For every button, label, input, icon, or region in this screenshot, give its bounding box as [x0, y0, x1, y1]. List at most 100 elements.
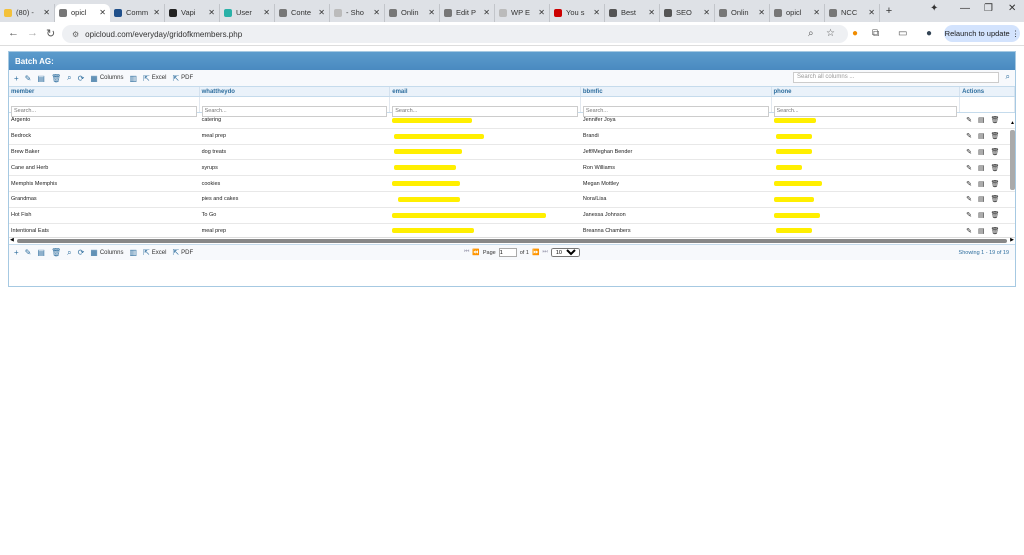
new-tab-icon[interactable]: +: [880, 5, 898, 17]
footer-pdf-button[interactable]: ⇱ PDF: [172, 248, 193, 257]
page-number-input[interactable]: [498, 248, 517, 257]
tab-close-icon[interactable]: ✕: [428, 8, 435, 17]
view-icon[interactable]: ▤: [37, 74, 45, 83]
row-delete-icon[interactable]: 🗑: [991, 116, 1000, 124]
extension-orange-icon[interactable]: ●: [852, 28, 858, 39]
table-row[interactable]: Cane and Herb syrups Ron Williams ✎ ▤ 🗑: [9, 160, 1015, 177]
relaunch-button[interactable]: Relaunch to update ⋮: [944, 25, 1020, 42]
prev-page-icon[interactable]: ⏪: [472, 249, 479, 256]
columns-button[interactable]: ▦ Columns: [90, 74, 123, 83]
restore-icon[interactable]: ❐: [984, 3, 993, 14]
row-view-icon[interactable]: ▤: [978, 211, 985, 219]
minimize-icon[interactable]: —: [960, 3, 970, 14]
browser-tab[interactable]: Onlin ✕: [385, 3, 440, 22]
footer-columns-chooser-icon[interactable]: ▥: [130, 248, 138, 257]
footer-excel-button[interactable]: ⇱ Excel: [143, 248, 166, 257]
row-delete-icon[interactable]: 🗑: [991, 211, 1000, 219]
tab-close-icon[interactable]: ✕: [373, 8, 380, 17]
vertical-scroll-thumb[interactable]: [1010, 130, 1015, 190]
row-delete-icon[interactable]: 🗑: [991, 164, 1000, 172]
first-page-icon[interactable]: ⏮: [464, 249, 469, 256]
close-window-icon[interactable]: ✕: [1008, 3, 1016, 14]
edit-icon[interactable]: ✎: [25, 74, 32, 83]
table-row[interactable]: Argento catering Jennifer Joya ✎ ▤ 🗑: [9, 113, 1015, 129]
row-edit-icon[interactable]: ✎: [966, 227, 972, 235]
footer-edit-icon[interactable]: ✎: [25, 248, 32, 257]
tab-close-icon[interactable]: ✕: [538, 8, 545, 17]
table-row[interactable]: Bedrock meal prep Brandi ✎ ▤ 🗑: [9, 129, 1015, 145]
browser-tab[interactable]: Comm ✕: [110, 3, 165, 22]
excel-button[interactable]: ⇱ Excel: [143, 74, 166, 83]
delete-icon[interactable]: 🗑: [51, 74, 61, 83]
row-delete-icon[interactable]: 🗑: [991, 195, 1000, 203]
table-row[interactable]: Grandmas pies and cakes Nora/Lisa ✎ ▤ 🗑: [9, 192, 1015, 208]
browser-tab[interactable]: User ✕: [220, 3, 275, 22]
pdf-button[interactable]: ⇱ PDF: [172, 74, 193, 83]
tab-close-icon[interactable]: ✕: [593, 8, 600, 17]
tab-close-icon[interactable]: ✕: [208, 8, 215, 17]
table-row[interactable]: Hot Fish To Go Janessa Johnson ✎ ▤ 🗑: [9, 208, 1015, 224]
scroll-up-icon[interactable]: ▲: [1010, 120, 1015, 126]
columns-chooser-icon[interactable]: ▥: [130, 74, 138, 83]
reload-icon[interactable]: ↻: [46, 27, 55, 40]
forward-icon[interactable]: →: [27, 27, 38, 39]
scroll-right-icon[interactable]: ▶: [1010, 237, 1014, 243]
page-size-select[interactable]: 10: [550, 248, 580, 257]
row-view-icon[interactable]: ▤: [978, 116, 985, 124]
browser-tab[interactable]: - Sho ✕: [330, 3, 385, 22]
browser-tab[interactable]: Conte ✕: [275, 3, 330, 22]
row-delete-icon[interactable]: 🗑: [991, 132, 1000, 140]
browser-tab[interactable]: Best ✕: [605, 3, 660, 22]
row-edit-icon[interactable]: ✎: [966, 132, 972, 140]
footer-refresh-icon[interactable]: ⟳: [78, 248, 85, 257]
browser-tab[interactable]: opicl ✕: [770, 3, 825, 22]
sidepanel-icon[interactable]: ▭: [898, 28, 907, 39]
gemini-icon[interactable]: ✦: [930, 3, 938, 14]
row-view-icon[interactable]: ▤: [978, 227, 985, 235]
extensions-icon[interactable]: ⧉: [872, 28, 879, 39]
browser-tab[interactable]: Onlin ✕: [715, 3, 770, 22]
browser-tab[interactable]: You s ✕: [550, 3, 605, 22]
tab-close-icon[interactable]: ✕: [483, 8, 490, 17]
browser-tab[interactable]: (80) - ✕: [0, 3, 55, 22]
horizontal-scrollbar[interactable]: ◀ ▶: [9, 237, 1015, 244]
tab-close-icon[interactable]: ✕: [263, 8, 270, 17]
row-edit-icon[interactable]: ✎: [966, 148, 972, 156]
column-header-actions[interactable]: Actions: [960, 87, 1016, 96]
footer-view-icon[interactable]: ▤: [37, 248, 45, 257]
column-header-whattheydo[interactable]: whattheydo: [200, 87, 391, 96]
next-page-icon[interactable]: ⏩: [532, 249, 539, 256]
row-view-icon[interactable]: ▤: [978, 164, 985, 172]
tab-close-icon[interactable]: ✕: [318, 8, 325, 17]
profile-avatar[interactable]: ●: [926, 28, 932, 39]
add-icon[interactable]: +: [14, 74, 19, 83]
search-all-input[interactable]: Search all columns ...: [793, 72, 999, 83]
zoom-icon[interactable]: ⌕: [808, 28, 814, 39]
footer-add-icon[interactable]: +: [14, 248, 19, 257]
tab-close-icon[interactable]: ✕: [43, 8, 50, 17]
last-page-icon[interactable]: ⏭: [542, 249, 547, 256]
browser-tab[interactable]: NCC ✕: [825, 3, 880, 22]
row-view-icon[interactable]: ▤: [978, 180, 985, 188]
search-icon[interactable]: ⌕: [67, 73, 71, 83]
bookmark-star-icon[interactable]: ☆: [826, 28, 835, 39]
table-row[interactable]: Intentional Eats meal prep Breanna Chamber…: [9, 224, 1015, 237]
row-edit-icon[interactable]: ✎: [966, 211, 972, 219]
row-edit-icon[interactable]: ✎: [966, 180, 972, 188]
footer-delete-icon[interactable]: 🗑: [51, 248, 61, 257]
row-delete-icon[interactable]: 🗑: [991, 180, 1000, 188]
vertical-scrollbar[interactable]: ▲ ▼: [1009, 120, 1016, 258]
url-input[interactable]: ⚙ opicloud.com/everyday/gridofkmembers.p…: [62, 25, 848, 43]
search-all-icon[interactable]: ⌕: [1006, 72, 1010, 82]
tab-close-icon[interactable]: ✕: [153, 8, 160, 17]
column-header-bbmfic[interactable]: bbmfic: [581, 87, 772, 96]
row-edit-icon[interactable]: ✎: [966, 195, 972, 203]
browser-tab[interactable]: Edit P ✕: [440, 3, 495, 22]
row-edit-icon[interactable]: ✎: [966, 116, 972, 124]
row-view-icon[interactable]: ▤: [978, 195, 985, 203]
back-icon[interactable]: ←: [8, 27, 19, 39]
column-header-phone[interactable]: phone: [772, 87, 961, 96]
row-delete-icon[interactable]: 🗑: [991, 227, 1000, 235]
tab-close-icon[interactable]: ✕: [758, 8, 765, 17]
footer-columns-button[interactable]: ▦ Columns: [90, 248, 123, 257]
